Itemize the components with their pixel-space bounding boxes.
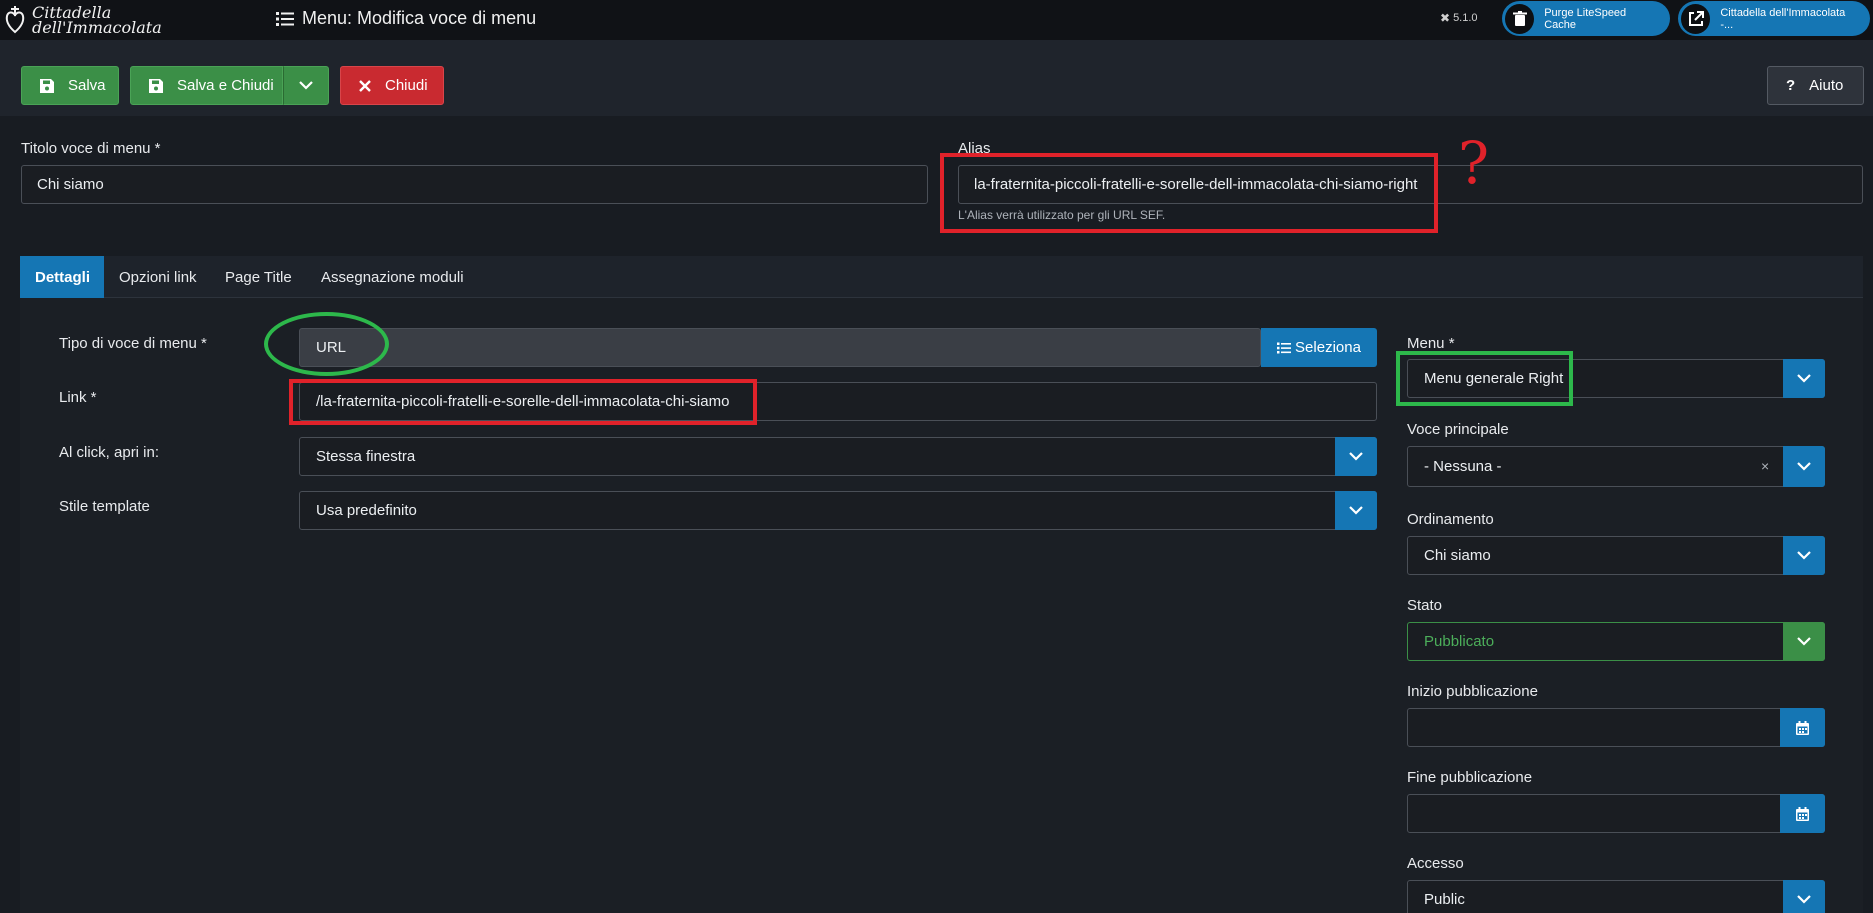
menu-value: Menu generale Right — [1424, 370, 1564, 387]
end-publish-label: Fine pubblicazione — [1407, 769, 1533, 786]
joomla-version: ✖ 5.1.0 — [1440, 11, 1478, 25]
purge-label: Purge LiteSpeed Cache — [1544, 6, 1627, 31]
save-icon — [149, 78, 163, 93]
chevron-down-icon — [1783, 446, 1825, 487]
chevron-down-icon — [1783, 622, 1825, 661]
clear-icon[interactable]: × — [1761, 458, 1769, 474]
link-label: Link * — [59, 389, 97, 406]
tab-opzioni-link[interactable]: Opzioni link — [104, 256, 212, 298]
site-logo[interactable]: Cittadella dell'Immacolata — [4, 4, 162, 37]
template-style-label: Stile template — [59, 498, 150, 515]
alias-hint: L'Alias verrà utilizzato per gli URL SEF… — [958, 208, 1166, 222]
joomla-icon: ✖ — [1440, 11, 1451, 25]
logo-text: Cittadella dell'Immacolata — [32, 5, 162, 37]
chevron-down-icon — [1783, 359, 1825, 398]
site-label: Cittadella dell'Immacolata -... — [1720, 6, 1846, 31]
header: Cittadella dell'Immacolata Menu: Modific… — [0, 0, 1873, 40]
help-button[interactable]: ? Aiuto — [1767, 66, 1864, 105]
order-value: Chi siamo — [1424, 547, 1491, 564]
logo-line2: dell'Immacolata — [32, 18, 162, 37]
save-icon — [40, 78, 54, 93]
alias-label: Alias — [958, 140, 991, 157]
question-icon: ? — [1786, 77, 1796, 94]
access-select[interactable]: Public — [1407, 880, 1825, 913]
chevron-down-icon — [1335, 491, 1377, 530]
save-options-dropdown[interactable] — [283, 66, 329, 105]
state-select[interactable]: Pubblicato — [1407, 622, 1825, 661]
order-select[interactable]: Chi siamo — [1407, 536, 1825, 575]
title-input[interactable]: Chi siamo — [21, 165, 928, 204]
chevron-down-icon — [1783, 880, 1825, 913]
list-icon — [1277, 342, 1292, 353]
parent-select[interactable]: - Nessuna - × — [1407, 446, 1825, 487]
order-label: Ordinamento — [1407, 511, 1494, 528]
view-site-button[interactable]: Cittadella dell'Immacolata -... — [1678, 1, 1870, 36]
list-icon — [276, 11, 294, 26]
state-value: Pubblicato — [1424, 633, 1495, 650]
menu-select[interactable]: Menu generale Right — [1407, 359, 1825, 398]
page-title-text: Menu: Modifica voce di menu — [302, 8, 537, 28]
page-title: Menu: Modifica voce di menu — [276, 8, 536, 29]
chevron-down-icon — [1335, 437, 1377, 476]
calendar-icon[interactable] — [1780, 708, 1825, 747]
start-publish-label: Inizio pubblicazione — [1407, 683, 1538, 700]
save-label: Salva — [68, 77, 106, 94]
save-close-label: Salva e Chiudi — [177, 77, 274, 94]
tab-bar: Dettagli Opzioni link Page Title Assegna… — [20, 256, 1863, 298]
menu-label: Menu * — [1407, 335, 1455, 352]
tab-dettagli[interactable]: Dettagli — [20, 256, 104, 298]
alias-input[interactable]: la-fraternita-piccoli-fratelli-e-sorelle… — [958, 165, 1863, 204]
version-text: 5.1.0 — [1453, 12, 1478, 24]
select-type-button[interactable]: Seleziona — [1261, 328, 1377, 367]
calendar-icon[interactable] — [1780, 794, 1825, 833]
start-publish-input[interactable] — [1407, 708, 1825, 747]
parent-label: Voce principale — [1407, 421, 1509, 438]
heart-logo-icon — [5, 6, 25, 34]
title-label: Titolo voce di menu * — [21, 140, 161, 157]
help-label: Aiuto — [1809, 77, 1844, 94]
tab-page-title[interactable]: Page Title — [210, 256, 307, 298]
external-link-icon — [1681, 3, 1711, 34]
state-label: Stato — [1407, 597, 1443, 614]
purge-cache-button[interactable]: Purge LiteSpeed Cache — [1502, 1, 1670, 36]
open-in-select[interactable]: Stessa finestra — [299, 437, 1377, 476]
save-button[interactable]: Salva — [21, 66, 119, 105]
chevron-down-icon — [1783, 536, 1825, 575]
template-style-select[interactable]: Usa predefinito — [299, 491, 1377, 530]
tab-assegnazione-moduli[interactable]: Assegnazione moduli — [306, 256, 479, 298]
parent-value: - Nessuna - — [1424, 458, 1502, 475]
trash-icon — [1505, 3, 1535, 34]
close-icon — [359, 79, 371, 92]
select-label: Seleziona — [1295, 339, 1361, 356]
access-value: Public — [1424, 891, 1465, 908]
type-label: Tipo di voce di menu * — [59, 335, 207, 352]
end-publish-input[interactable] — [1407, 794, 1825, 833]
access-label: Accesso — [1407, 855, 1464, 872]
chevron-down-icon — [299, 81, 313, 90]
open-in-label: Al click, apri in: — [59, 444, 160, 461]
open-in-value: Stessa finestra — [316, 448, 416, 465]
close-button[interactable]: Chiudi — [340, 66, 444, 105]
type-field: URL — [299, 328, 1261, 367]
toolbar: Salva Salva e Chiudi Chiudi ? Aiuto — [0, 40, 1873, 116]
template-style-value: Usa predefinito — [316, 502, 417, 519]
close-label: Chiudi — [385, 77, 428, 94]
link-input[interactable]: /la-fraternita-piccoli-fratelli-e-sorell… — [299, 382, 1377, 421]
save-close-button[interactable]: Salva e Chiudi — [130, 66, 283, 105]
